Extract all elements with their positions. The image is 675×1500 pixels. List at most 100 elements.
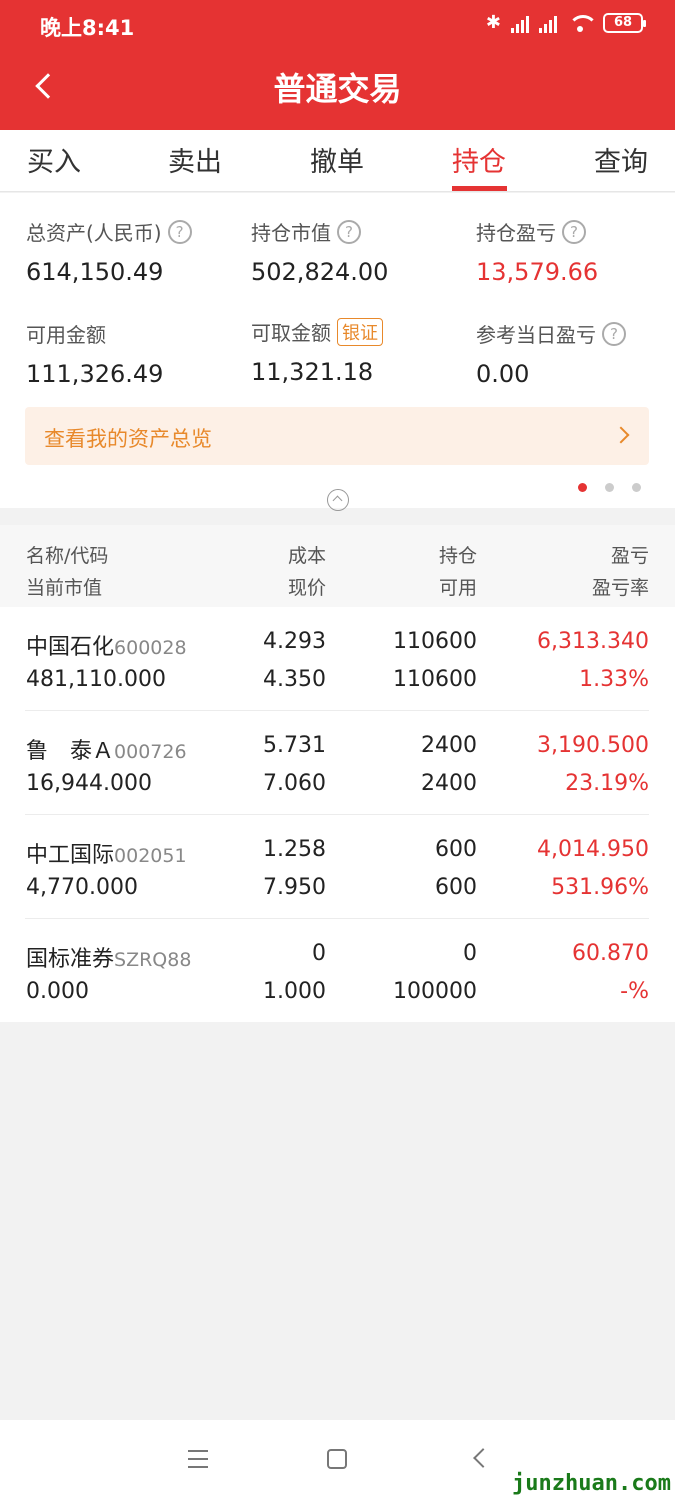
asset-overview-banner[interactable]: 查看我的资产总览 <box>25 407 649 465</box>
position-pnl-value: 13,579.66 <box>476 258 599 286</box>
header-pnl-rate: 盈亏率 <box>591 577 649 599</box>
holding: 600 <box>435 837 477 862</box>
table-row[interactable]: 鲁 泰Ａ000726 16,944.000 5.731 7.060 2400 2… <box>0 711 675 815</box>
available-funds: 可用金额 111,326.49 <box>26 319 163 388</box>
holding: 110600 <box>393 629 477 654</box>
stock-name: 鲁 泰Ａ000726 <box>26 739 187 764</box>
stock-name: 中工国际002051 <box>26 843 187 868</box>
wifi-icon <box>567 13 598 33</box>
position-value: 持仓市值? 502,824.00 <box>251 217 388 286</box>
position-value-value: 502,824.00 <box>251 258 389 286</box>
status-icons: ✱ 68 <box>485 12 646 33</box>
stock-code: 000726 <box>114 741 187 763</box>
help-icon[interactable]: ? <box>602 321 626 346</box>
stock-code: 002051 <box>114 845 187 867</box>
daily-pnl: 参考当日盈亏? 0.00 <box>476 319 626 388</box>
available: 2400 <box>421 771 477 796</box>
header-pnl: 盈亏 <box>610 545 649 567</box>
asset-overview-text: 查看我的资产总览 <box>44 427 212 451</box>
available: 110600 <box>393 667 477 692</box>
positions-table: 中国石化600028 481,110.000 4.293 4.350 11060… <box>0 607 675 1022</box>
signal-hd-icon <box>539 13 557 33</box>
back-icon[interactable] <box>473 1448 493 1468</box>
position-pnl: 持仓盈亏? 13,579.66 <box>476 217 598 286</box>
holding: 0 <box>463 941 477 966</box>
home-icon[interactable] <box>327 1449 347 1469</box>
menu-icon[interactable] <box>188 1450 208 1468</box>
table-row[interactable]: 中国石化600028 481,110.000 4.293 4.350 11060… <box>0 607 675 711</box>
watermark: junzhuan.com <box>512 1471 671 1496</box>
page-title: 普通交易 <box>273 70 402 108</box>
market-value: 0.000 <box>26 979 89 1004</box>
collapse-up-icon[interactable] <box>327 489 349 511</box>
header-cost: 成本 <box>287 545 326 567</box>
page-dot <box>578 483 587 492</box>
stock-name: 中国石化600028 <box>26 635 187 660</box>
header-price: 现价 <box>287 577 326 599</box>
tab-buy[interactable]: 买入 <box>27 140 81 179</box>
price: 7.060 <box>263 771 326 796</box>
daily-pnl-label: 参考当日盈亏 <box>476 323 596 347</box>
cost: 1.258 <box>263 837 326 862</box>
battery-icon: 68 <box>603 12 646 33</box>
table-row[interactable]: 中工国际002051 4,770.000 1.258 7.950 600 600… <box>0 815 675 919</box>
withdrawable-value: 11,321.18 <box>251 358 374 386</box>
pnl-rate: 23.19% <box>565 771 649 796</box>
bluetooth-icon: ✱ <box>485 12 501 33</box>
available: 100000 <box>393 979 477 1004</box>
total-assets-value: 614,150.49 <box>26 258 164 286</box>
pnl-rate: 531.96% <box>551 875 649 900</box>
price: 4.350 <box>263 667 326 692</box>
position-value-label: 持仓市值 <box>251 221 331 245</box>
pnl-rate: -% <box>620 979 649 1004</box>
tab-bar: 买入 卖出 撤单 持仓 查询 <box>0 130 675 192</box>
stock-code: SZRQ88 <box>114 949 192 971</box>
total-assets: 总资产(人民币)? 614,150.49 <box>26 217 192 286</box>
tab-positions[interactable]: 持仓 <box>452 140 506 179</box>
bank-transfer-badge[interactable]: 银证 <box>337 317 383 346</box>
withdrawable-funds: 可取金额 银证 11,321.18 <box>251 317 383 386</box>
available-value: 111,326.49 <box>26 360 164 388</box>
available: 600 <box>435 875 477 900</box>
withdrawable-label: 可取金额 <box>251 321 331 345</box>
total-assets-label: 总资产(人民币) <box>26 221 162 245</box>
tab-sell[interactable]: 卖出 <box>168 140 222 179</box>
pnl: 6,313.340 <box>537 629 649 654</box>
signal-icon <box>511 13 529 33</box>
asset-summary: 总资产(人民币)? 614,150.49 持仓市值? 502,824.00 持仓… <box>0 193 675 511</box>
table-row[interactable]: 国标准券SZRQ88 0.000 0 1.000 0 100000 60.870… <box>0 919 675 1023</box>
header-market-value: 当前市值 <box>26 577 103 599</box>
tab-query[interactable]: 查询 <box>594 140 648 179</box>
pnl: 3,190.500 <box>537 733 649 758</box>
header-holding: 持仓 <box>438 545 477 567</box>
help-icon[interactable]: ? <box>167 219 192 244</box>
pnl: 4,014.950 <box>537 837 649 862</box>
pnl-rate: 1.33% <box>579 667 649 692</box>
page-dot <box>605 483 614 492</box>
pnl: 60.870 <box>572 941 649 966</box>
app-header: 晚上8:41 ✱ 68 普通交易 <box>0 0 675 130</box>
holding: 2400 <box>421 733 477 758</box>
cost: 4.293 <box>263 629 326 654</box>
price: 7.950 <box>263 875 326 900</box>
daily-pnl-value: 0.00 <box>476 360 530 388</box>
cost: 5.731 <box>263 733 326 758</box>
help-icon[interactable]: ? <box>562 219 586 244</box>
market-value: 16,944.000 <box>26 771 152 796</box>
chevron-right-icon <box>612 426 630 444</box>
tab-cancel[interactable]: 撤单 <box>310 140 364 179</box>
market-value: 4,770.000 <box>26 875 138 900</box>
cost: 0 <box>312 941 326 966</box>
positions-table-header: 名称/代码 当前市值 成本 现价 持仓 可用 盈亏 盈亏率 <box>0 525 675 607</box>
status-time: 晚上8:41 <box>40 16 135 40</box>
stock-code: 600028 <box>114 637 187 659</box>
market-value: 481,110.000 <box>26 667 166 692</box>
available-label: 可用金额 <box>26 323 106 347</box>
tab-indicator <box>452 186 507 191</box>
stock-name: 国标准券SZRQ88 <box>26 947 192 972</box>
page-indicator <box>578 483 641 492</box>
page-dot <box>632 483 641 492</box>
position-pnl-label: 持仓盈亏 <box>476 221 556 245</box>
price: 1.000 <box>263 979 326 1004</box>
help-icon[interactable]: ? <box>337 219 361 244</box>
